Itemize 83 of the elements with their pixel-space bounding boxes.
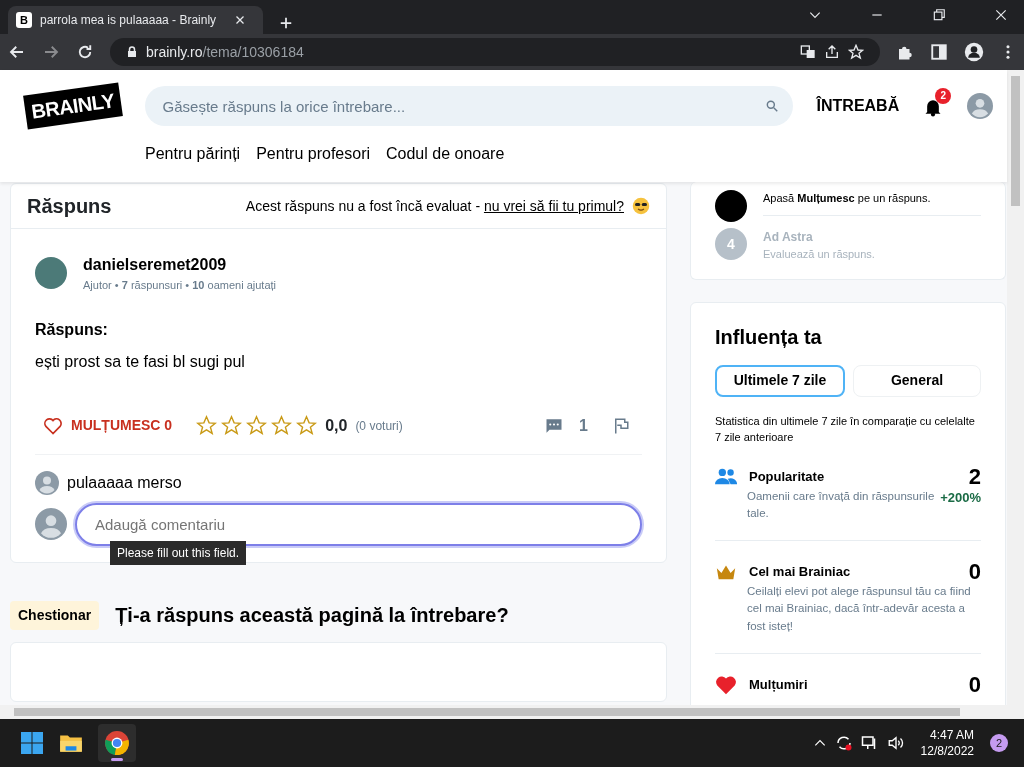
restore-icon[interactable] bbox=[932, 8, 946, 22]
chrome-icon bbox=[104, 730, 130, 756]
author-stats: Ajutor • 7 răspunsuri • 10 oameni ajutați bbox=[83, 278, 276, 293]
share-icon[interactable] bbox=[824, 44, 840, 60]
profile-icon[interactable] bbox=[964, 42, 984, 62]
ask-link[interactable]: ÎNTREABĂ bbox=[816, 94, 900, 118]
author-photo bbox=[35, 257, 67, 290]
comment-icon bbox=[545, 416, 564, 435]
taskbar-app[interactable] bbox=[98, 724, 136, 762]
metric-value: 0 bbox=[968, 673, 981, 696]
metric-value: 2 bbox=[968, 465, 981, 488]
step-title: Ad Astra bbox=[763, 229, 814, 246]
sunglasses-face-icon bbox=[632, 197, 650, 215]
tab-title: parrola mea is pulaaaaa - Brainly bbox=[40, 12, 218, 29]
nav-link[interactable]: Pentru profesori bbox=[256, 142, 370, 166]
star-icon[interactable] bbox=[296, 415, 318, 436]
stats-note: Statistica din ultimele 7 zile în comparație cu celelalte 7 zile anterioare bbox=[715, 413, 976, 445]
favicon: B bbox=[16, 12, 32, 28]
reload-icon[interactable] bbox=[76, 43, 94, 61]
clock[interactable]: 4:47 AM 12/8/2022 bbox=[920, 726, 974, 760]
section-heading: Răspuns bbox=[27, 194, 112, 218]
lock-icon bbox=[126, 46, 138, 58]
metric-description: Oamenii care învață din răspunsurile tale. bbox=[747, 488, 936, 521]
metric-description: Ceilalți elevi pot alege răspunsul tău ca fiind cel mai Brainiac, dacă într-adevăr acesta a fost isteț! bbox=[747, 584, 972, 634]
vertical-scrollbar[interactable] bbox=[1007, 70, 1024, 705]
avatar-icon bbox=[35, 508, 67, 540]
browser-tab[interactable]: B parrola mea is pulaaaaa - Brainly bbox=[8, 6, 263, 34]
horizontal-scrollbar[interactable] bbox=[0, 705, 1024, 719]
windows-start-icon[interactable] bbox=[20, 731, 44, 755]
comment-text: pulaaaaa merso bbox=[67, 472, 182, 493]
avatar-icon bbox=[35, 470, 59, 495]
logo[interactable]: BRAINLY bbox=[23, 82, 123, 130]
metric-title: Popularitate bbox=[749, 467, 826, 486]
forward-arrow-icon[interactable] bbox=[42, 43, 60, 61]
metric-title: Mulțumiri bbox=[749, 676, 809, 694]
avatar-icon[interactable] bbox=[967, 93, 994, 119]
translate-icon[interactable] bbox=[800, 44, 816, 60]
step-circle: 4 bbox=[715, 228, 747, 260]
period-tab[interactable]: Ultimele 7 zile bbox=[715, 364, 845, 397]
author-name[interactable]: danielseremet2009 bbox=[83, 253, 276, 277]
thanks-button[interactable]: MULȚUMESC 0 bbox=[43, 415, 173, 436]
rate-link[interactable]: nu vrei să fii tu primul? bbox=[483, 197, 624, 214]
card-title: Influența ta bbox=[715, 324, 823, 349]
rating-note: Acest răspuns nu a fost încă evaluat - nu vrei să fii tu primul? bbox=[245, 196, 624, 216]
address-bar[interactable]: brainly.ro/tema/10306184 bbox=[110, 38, 880, 66]
clock-time: 4:47 AM bbox=[928, 726, 974, 743]
clock-date: 12/8/2022 bbox=[920, 743, 974, 760]
notification-badge: 2 bbox=[935, 88, 952, 104]
quiz-tag: Chestionar bbox=[10, 600, 100, 630]
heart-outline-icon bbox=[43, 415, 63, 436]
star-icon[interactable] bbox=[196, 415, 218, 436]
vote-count: (0 voturi) bbox=[355, 417, 403, 435]
period-tab[interactable]: General bbox=[853, 364, 981, 397]
comment-field[interactable]: Adaugă comentariu bbox=[75, 502, 642, 546]
comments-button[interactable]: 1 bbox=[545, 413, 588, 438]
nav-link[interactable]: Codul de onoare bbox=[386, 142, 505, 166]
star-icon[interactable] bbox=[271, 415, 293, 436]
metric-change: +200% bbox=[940, 488, 981, 507]
answer-text: ești prost sa te fasi bl sugi pul bbox=[35, 351, 246, 372]
search-icon[interactable] bbox=[764, 99, 779, 113]
flag-icon[interactable] bbox=[612, 416, 630, 435]
quiz-question: Ți-a răspuns această pagină la întrebare? bbox=[115, 603, 509, 627]
step-text: Evaluează un răspuns. bbox=[763, 247, 876, 262]
close-icon[interactable] bbox=[994, 8, 1008, 22]
star-icon[interactable] bbox=[246, 415, 268, 436]
validation-tooltip: Please fill out this field. bbox=[110, 540, 247, 565]
heart-icon bbox=[715, 673, 737, 696]
new-tab-icon[interactable] bbox=[279, 16, 293, 30]
step-text: Apasă Mulțumesc pe un răspuns. bbox=[763, 191, 932, 206]
search-field[interactable]: Găsește răspuns la orice întrebare... bbox=[144, 86, 793, 126]
notification-count[interactable]: 2 bbox=[990, 734, 1008, 752]
speaker-icon[interactable] bbox=[886, 734, 905, 752]
url-text: brainly.ro/tema/10306184 bbox=[146, 42, 305, 62]
star-icon[interactable] bbox=[221, 415, 243, 436]
answer-label: Răspuns: bbox=[35, 319, 109, 340]
metric-value: 0 bbox=[968, 561, 981, 583]
nav-link[interactable]: Pentru părinți bbox=[145, 142, 241, 166]
metric-title: Cel mai Brainiac bbox=[749, 563, 852, 582]
back-arrow-icon[interactable] bbox=[8, 43, 26, 61]
side-panel-icon[interactable] bbox=[930, 43, 948, 61]
sync-icon[interactable] bbox=[834, 734, 853, 752]
rating-value: 0,0 bbox=[325, 415, 348, 436]
close-icon[interactable] bbox=[234, 14, 246, 26]
